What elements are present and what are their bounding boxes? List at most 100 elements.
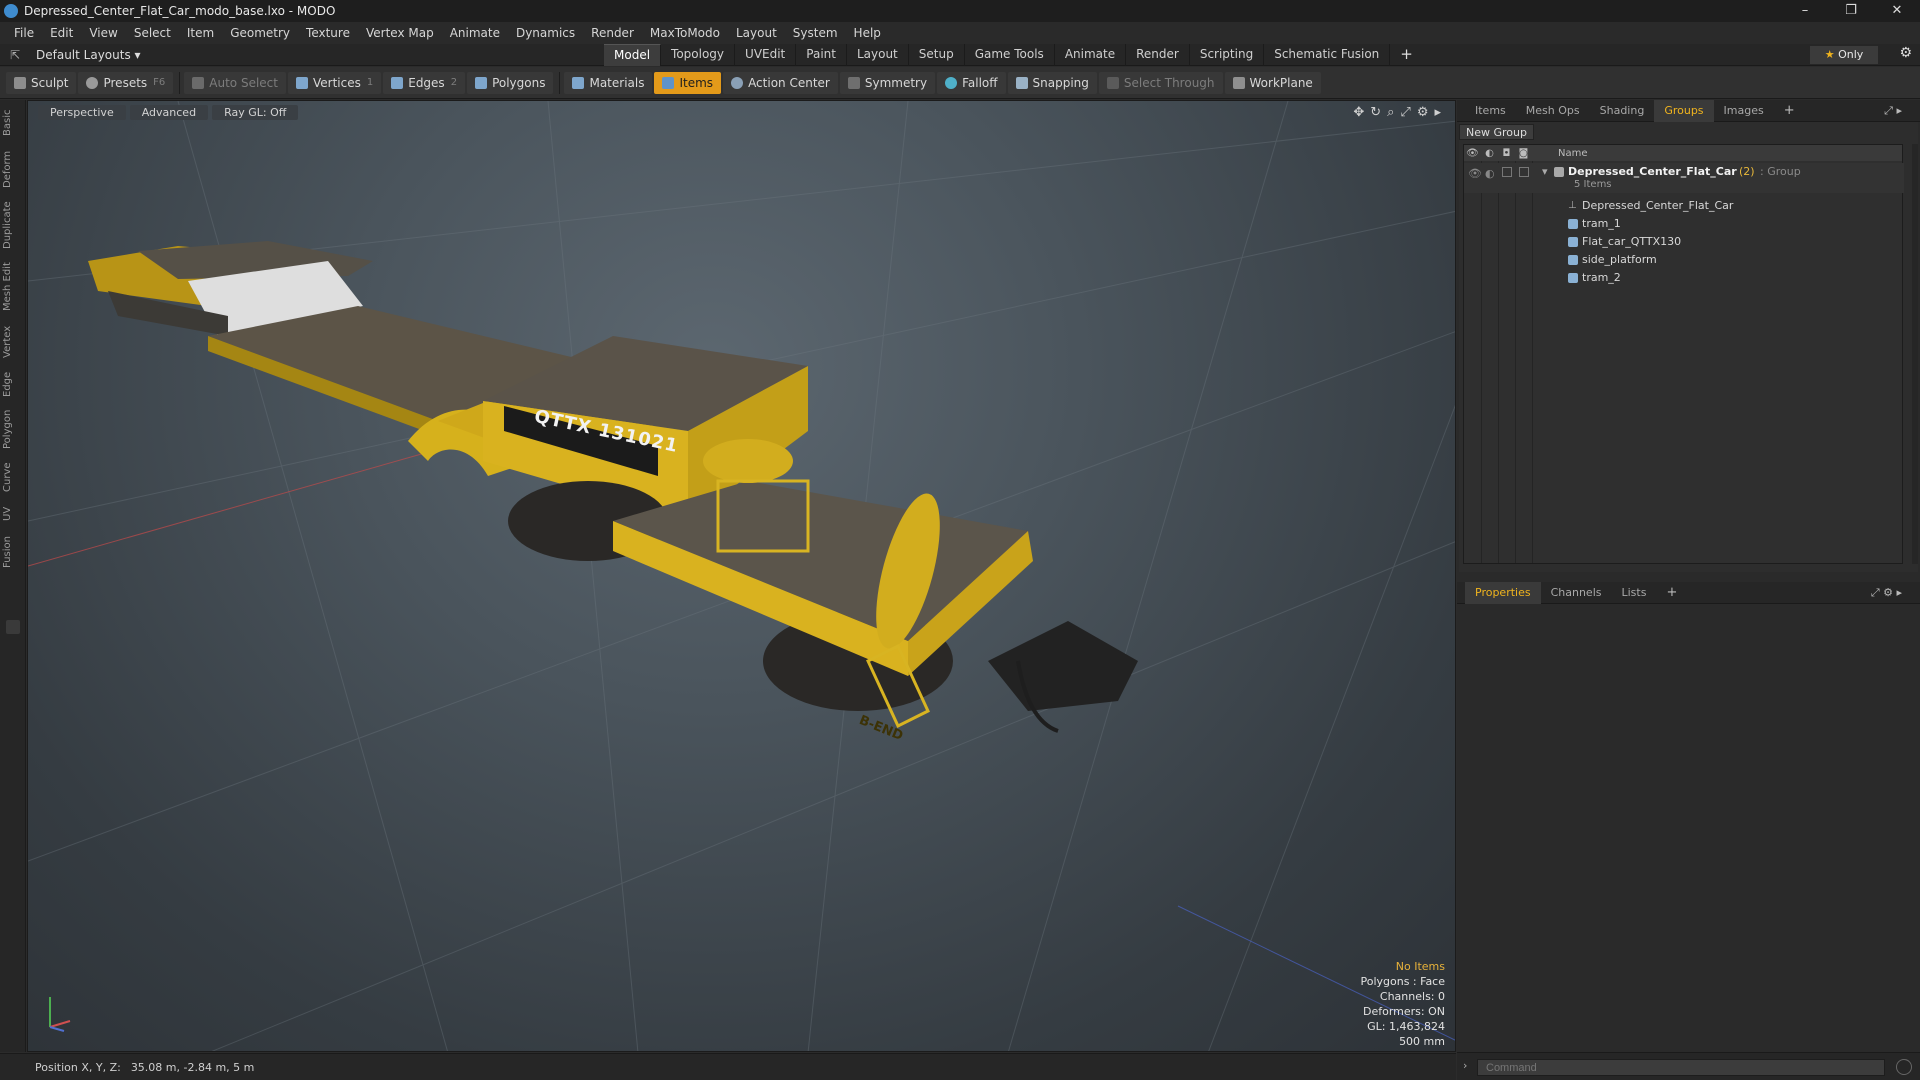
vtab-fusion[interactable]: Fusion — [2, 532, 24, 572]
menu-system[interactable]: System — [785, 26, 846, 40]
tab-uvedit[interactable]: UVEdit — [735, 44, 797, 66]
tab-schematic-fusion[interactable]: Schematic Fusion — [1264, 44, 1391, 66]
view-mode-button[interactable]: Perspective — [38, 105, 126, 120]
group-row-root[interactable]: 👁 ◐ ▾ Depressed_Center_Flat_Car (2) : Gr… — [1464, 163, 1904, 193]
fit-icon[interactable]: ⤢ — [1400, 105, 1410, 120]
menu-item[interactable]: Item — [179, 26, 222, 40]
menu-texture[interactable]: Texture — [298, 26, 358, 40]
menu-select[interactable]: Select — [126, 26, 179, 40]
tab-groups[interactable]: Groups — [1654, 99, 1714, 122]
root-render-icon[interactable]: ◐ — [1485, 167, 1495, 180]
select-through-button[interactable]: Select Through — [1098, 71, 1223, 94]
rail-toggle-icon[interactable] — [6, 620, 20, 634]
tab-topology[interactable]: Topology — [661, 44, 736, 66]
raygl-button[interactable]: Ray GL: Off — [212, 105, 299, 120]
visibility-column-icon[interactable]: 👁 — [1464, 148, 1481, 159]
vtab-uv[interactable]: UV — [2, 502, 24, 526]
menu-render[interactable]: Render — [583, 26, 642, 40]
group-child-row[interactable]: side_platform — [1464, 251, 1904, 269]
add-tab-icon[interactable]: + — [1390, 44, 1423, 66]
viewport-menu-arrow-icon[interactable]: ▸ — [1434, 105, 1441, 120]
tab-layout[interactable]: Layout — [847, 44, 909, 66]
materials-button[interactable]: Materials — [564, 71, 653, 94]
symmetry-button[interactable]: Symmetry — [839, 71, 936, 94]
action-center-button[interactable]: Action Center — [723, 71, 838, 94]
menu-file[interactable]: File — [6, 26, 42, 40]
presets-button[interactable]: Presets F6 — [78, 71, 174, 94]
viewport-settings-icon[interactable]: ⚙ — [1417, 105, 1429, 120]
group-child-row[interactable]: tram_2 — [1464, 269, 1904, 287]
menu-vertex-map[interactable]: Vertex Map — [358, 26, 442, 40]
command-history-icon[interactable] — [1896, 1059, 1912, 1075]
items-button[interactable]: Items — [654, 71, 722, 94]
menu-dynamics[interactable]: Dynamics — [508, 26, 583, 40]
vtab-polygon[interactable]: Polygon — [2, 406, 24, 452]
tab-setup[interactable]: Setup — [909, 44, 965, 66]
vtab-deform[interactable]: Deform — [2, 146, 24, 192]
tab-properties[interactable]: Properties — [1465, 581, 1541, 604]
menu-help[interactable]: Help — [846, 26, 889, 40]
minimize-button[interactable]: – — [1782, 0, 1828, 22]
menu-edit[interactable]: Edit — [42, 26, 81, 40]
auto-select-button[interactable]: Auto Select — [184, 71, 286, 94]
layout-selector[interactable]: ⇱ Default Layouts ▾ — [10, 48, 141, 62]
select-column-icon[interactable]: ◙ — [1515, 148, 1532, 159]
root-select-checkbox[interactable] — [1519, 167, 1529, 177]
groups-scrollbar[interactable] — [1912, 144, 1918, 564]
add-properties-tab-icon[interactable]: + — [1656, 582, 1687, 604]
pan-icon[interactable]: ✥ — [1353, 105, 1364, 120]
edges-button[interactable]: Edges 2 — [383, 71, 466, 94]
tab-shading[interactable]: Shading — [1590, 100, 1655, 122]
rotate-icon[interactable]: ↻ — [1370, 105, 1381, 120]
root-visibility-icon[interactable]: 👁 — [1468, 167, 1482, 180]
menu-maxtomodo[interactable]: MaxToModo — [642, 26, 728, 40]
zoom-icon[interactable]: ⌕ — [1387, 105, 1394, 120]
expand-arrow-icon[interactable]: ▾ — [1542, 165, 1548, 178]
vtab-basic[interactable]: Basic — [2, 106, 24, 140]
command-input[interactable] — [1477, 1059, 1885, 1076]
vertices-button[interactable]: Vertices 1 — [287, 71, 382, 94]
root-lock-checkbox[interactable] — [1502, 167, 1512, 177]
shading-button[interactable]: Advanced — [129, 105, 209, 120]
close-button[interactable]: ✕ — [1874, 0, 1920, 22]
render-column-icon[interactable]: ◐ — [1481, 148, 1498, 159]
group-child-row[interactable]: Flat_car_QTTX130 — [1464, 233, 1904, 251]
workplane-button[interactable]: WorkPlane — [1224, 71, 1321, 94]
tab-render[interactable]: Render — [1126, 44, 1190, 66]
tab-channels[interactable]: Channels — [1541, 582, 1612, 604]
new-group-button[interactable]: New Group — [1459, 124, 1534, 140]
name-column-header[interactable]: Name — [1558, 148, 1588, 159]
tab-paint[interactable]: Paint — [796, 44, 847, 66]
tab-mesh-ops[interactable]: Mesh Ops — [1516, 100, 1590, 122]
falloff-button[interactable]: Falloff — [937, 71, 1006, 94]
vtab-edge[interactable]: Edge — [2, 368, 24, 400]
tab-items[interactable]: Items — [1465, 100, 1516, 122]
tab-lists[interactable]: Lists — [1612, 582, 1657, 604]
group-child-row[interactable]: ⊥ Depressed_Center_Flat_Car — [1464, 197, 1904, 215]
tab-animate[interactable]: Animate — [1055, 44, 1127, 66]
tab-scripting[interactable]: Scripting — [1190, 44, 1265, 66]
only-button[interactable]: ★ Only — [1810, 46, 1878, 64]
snapping-button[interactable]: Snapping — [1007, 71, 1097, 94]
3d-viewport[interactable]: Perspective Advanced Ray GL: Off QTTX 13… — [27, 100, 1456, 1052]
gear-icon[interactable]: ⚙ — [1899, 45, 1912, 61]
tab-images[interactable]: Images — [1714, 100, 1774, 122]
tab-model[interactable]: Model — [604, 44, 662, 66]
properties-panel-settings-icon[interactable]: ⤢ ⚙ ▸ — [1861, 582, 1912, 604]
vtab-mesh-edit[interactable]: Mesh Edit — [2, 258, 24, 316]
group-child-row[interactable]: tram_1 — [1464, 215, 1904, 233]
vtab-vertex[interactable]: Vertex — [2, 322, 24, 362]
vtab-curve[interactable]: Curve — [2, 458, 24, 496]
add-panel-tab-icon[interactable]: + — [1774, 100, 1805, 122]
lock-column-icon[interactable]: ◘ — [1498, 148, 1515, 159]
menu-geometry[interactable]: Geometry — [222, 26, 298, 40]
sculpt-button[interactable]: Sculpt — [6, 71, 77, 94]
maximize-button[interactable]: ❐ — [1828, 0, 1874, 22]
vtab-duplicate[interactable]: Duplicate — [2, 198, 24, 252]
polygons-button[interactable]: Polygons — [467, 71, 554, 94]
menu-view[interactable]: View — [81, 26, 125, 40]
tab-game-tools[interactable]: Game Tools — [965, 44, 1055, 66]
menu-animate[interactable]: Animate — [442, 26, 508, 40]
expand-panel-icon[interactable]: ⤢ ▸ — [1874, 100, 1912, 122]
menu-layout[interactable]: Layout — [728, 26, 785, 40]
